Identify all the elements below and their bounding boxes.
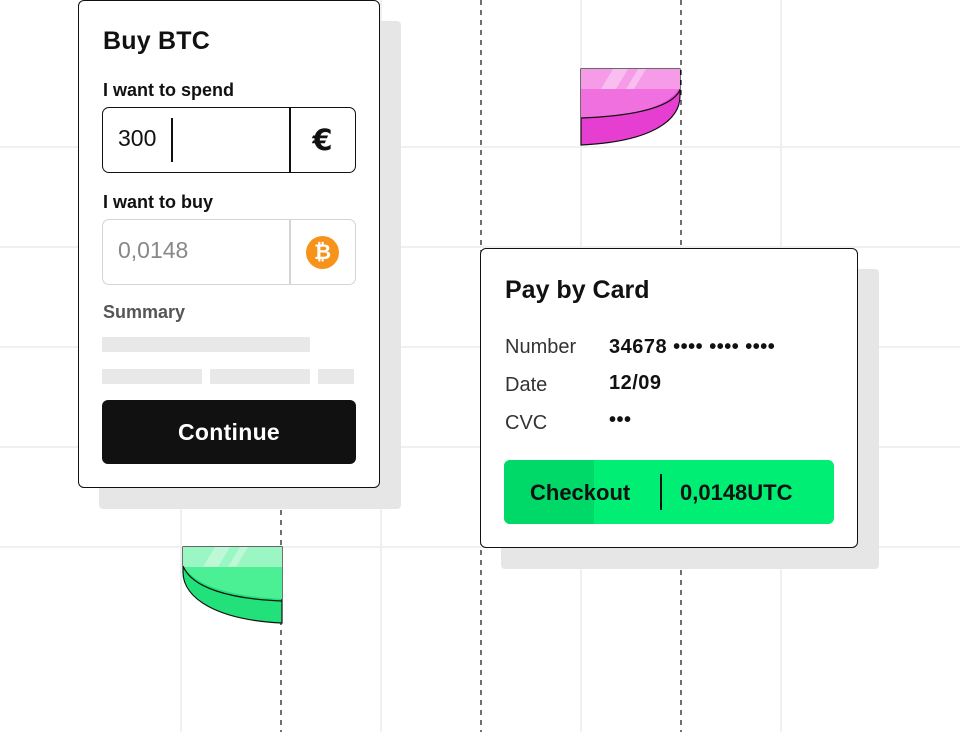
- checkout-amount: 0,0148UTC: [680, 480, 793, 505]
- buy-btc-card: Buy BTC I want to spend 300 € I want to …: [78, 0, 380, 488]
- buy-label: I want to buy: [103, 192, 213, 212]
- summary-label: Summary: [103, 302, 186, 322]
- green-coin-decoration: [182, 546, 283, 624]
- card-cvc-value: •••: [609, 409, 632, 431]
- card-date-label: Date: [505, 374, 548, 396]
- buy-amount-field[interactable]: 0,0148 ₿: [102, 219, 356, 285]
- spend-currency-selector[interactable]: €: [290, 108, 355, 172]
- checkout-label: Checkout: [530, 480, 631, 505]
- card-number-value: 34678 •••• •••• ••••: [609, 336, 776, 358]
- summary-skeleton-line: [210, 369, 310, 384]
- card-date-value: 12/09: [609, 372, 662, 394]
- euro-icon: €: [312, 123, 333, 157]
- card-cvc-label: CVC: [505, 412, 548, 434]
- summary-skeleton-line: [318, 369, 354, 384]
- card-number-label: Number: [505, 336, 577, 358]
- buy-amount-value[interactable]: 0,0148: [118, 237, 188, 264]
- pay-by-card-card: Pay by Card Number 34678 •••• •••• •••• …: [480, 248, 858, 548]
- bitcoin-icon: ₿: [306, 235, 339, 269]
- continue-button[interactable]: Continue: [102, 400, 356, 464]
- spend-label: I want to spend: [103, 80, 235, 100]
- bitcoin-glyph: ₿: [313, 239, 332, 264]
- checkout-button[interactable]: Checkout 0,0148UTC: [504, 460, 834, 524]
- summary-skeleton-line: [102, 337, 310, 352]
- spend-amount-value[interactable]: 300: [118, 125, 156, 152]
- pink-coin-decoration: [580, 68, 681, 146]
- buy-currency-selector[interactable]: ₿: [290, 220, 355, 284]
- pay-card-title: Pay by Card: [505, 276, 650, 304]
- buy-card-title: Buy BTC: [103, 27, 210, 55]
- checkout-divider: [660, 474, 662, 510]
- text-cursor: [171, 118, 173, 162]
- summary-skeleton-line: [102, 369, 202, 384]
- spend-amount-field[interactable]: 300 €: [102, 107, 356, 173]
